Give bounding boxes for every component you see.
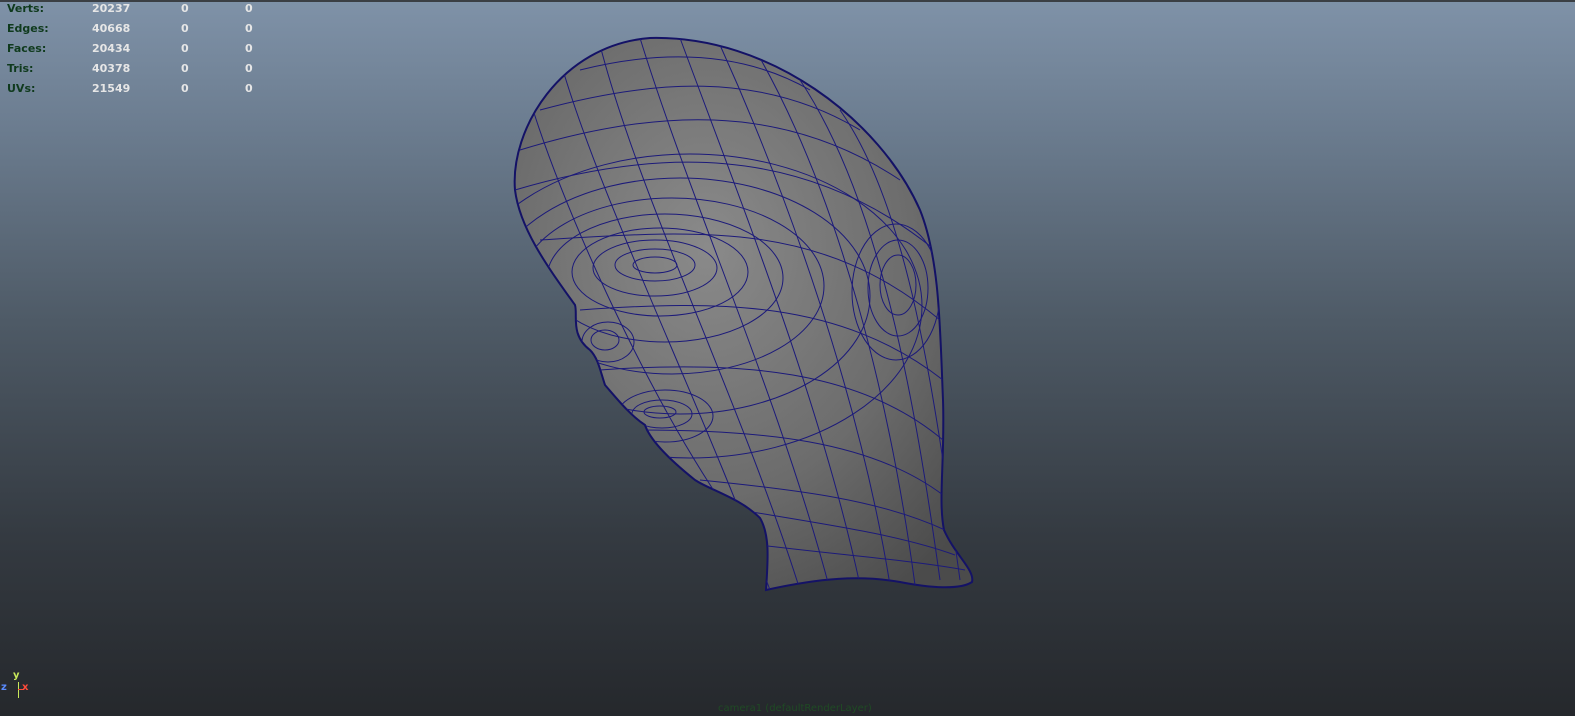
hud-value: 0 — [245, 62, 253, 75]
axis-x-label: x — [22, 682, 29, 693]
axis-z-label: z — [1, 682, 7, 693]
hud-row-verts: Verts: 20237 0 0 — [0, 0, 270, 20]
hud-value: 40668 — [92, 22, 131, 35]
hud-value: 20237 — [92, 2, 131, 15]
hud-label: Faces: — [7, 42, 47, 55]
hud-value: 0 — [181, 42, 189, 55]
hud-value: 0 — [245, 2, 253, 15]
hud-value: 0 — [245, 22, 253, 35]
hud-value: 40378 — [92, 62, 131, 75]
hud-label: Tris: — [7, 62, 34, 75]
hud-value: 0 — [245, 42, 253, 55]
axis-y-label: y — [13, 670, 20, 681]
hud-value: 0 — [181, 2, 189, 15]
perspective-viewport[interactable] — [0, 0, 1575, 716]
camera-name-label: camera1 (defaultRenderLayer) — [718, 703, 872, 714]
head-mesh[interactable] — [458, 36, 974, 592]
poly-count-hud: Verts: 20237 0 0 Edges: 40668 0 0 Faces:… — [0, 0, 270, 100]
hud-row-tris: Tris: 40378 0 0 — [0, 60, 270, 80]
axis-y-line — [18, 682, 19, 698]
hud-label: Edges: — [7, 22, 49, 35]
view-axis-gizmo: y z x — [0, 668, 40, 708]
hud-value: 0 — [181, 82, 189, 95]
hud-label: Verts: — [7, 2, 45, 15]
hud-label: UVs: — [7, 82, 36, 95]
hud-value: 21549 — [92, 82, 131, 95]
hud-value: 20434 — [92, 42, 131, 55]
hud-value: 0 — [245, 82, 253, 95]
hud-value: 0 — [181, 62, 189, 75]
hud-value: 0 — [181, 22, 189, 35]
hud-row-uvs: UVs: 21549 0 0 — [0, 80, 270, 100]
hud-row-edges: Edges: 40668 0 0 — [0, 20, 270, 40]
axis-x-line — [18, 689, 24, 690]
hud-row-faces: Faces: 20434 0 0 — [0, 40, 270, 60]
